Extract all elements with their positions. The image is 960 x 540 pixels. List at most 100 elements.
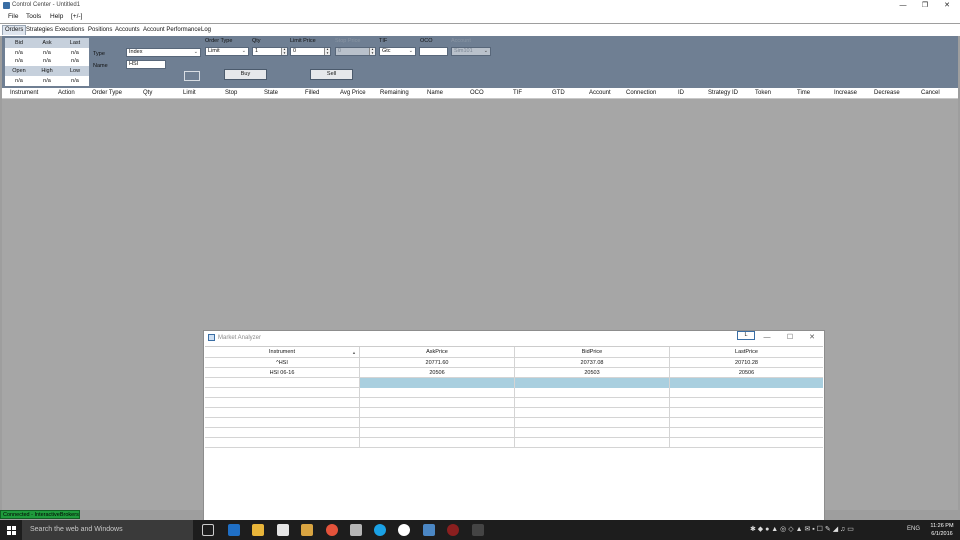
col-cancel[interactable]: Cancel [921,90,940,96]
ma-row-empty[interactable] [205,398,823,408]
col-account[interactable]: Account [589,90,611,96]
buy-button[interactable]: Buy [224,69,267,80]
menu-help[interactable]: Help [50,13,63,20]
col-strategy-id[interactable]: Strategy ID [708,90,738,96]
ma-col-instrument-label: Instrument [269,349,295,355]
col-action[interactable]: Action [58,90,75,96]
spin-arrows-icon[interactable]: ▲ ▼ [324,47,330,55]
col-token[interactable]: Token [755,90,771,96]
order-type-select[interactable]: Limit ⌄ [205,47,249,56]
ma-col-lastprice[interactable]: LastPrice [670,347,823,358]
oco-label: OCO [420,38,433,44]
ma-row[interactable]: HSI 06-16 20506 20503 20506 [205,368,823,378]
edge-icon[interactable] [228,524,240,536]
open-value: n/a [5,76,33,86]
menu-bar: File Tools Help [+/-] [0,11,960,23]
col-state[interactable]: State [264,90,278,96]
high-value: n/a [33,76,61,86]
app-icon[interactable] [447,524,459,536]
col-gtd[interactable]: GTD [552,90,565,96]
close-button[interactable]: ✕ [802,333,822,343]
chrome-icon[interactable] [326,524,338,536]
app-icon[interactable] [398,524,410,536]
close-button[interactable]: ✕ [936,0,958,11]
tab-executions[interactable]: Executions [53,26,86,36]
task-view-icon[interactable] [202,524,214,536]
ma-row-empty[interactable] [205,408,823,418]
skype-icon[interactable] [374,524,386,536]
tab-account-performance[interactable]: Account Performance [141,26,203,36]
maximize-button[interactable]: ☐ [780,333,800,343]
ma-cell-instrument: ^HSI [205,358,360,368]
col-stop[interactable]: Stop [225,90,237,96]
col-remaining[interactable]: Remaining [380,90,409,96]
qty-stepper[interactable]: 1 ▲ ▼ [252,47,288,56]
col-filled[interactable]: Filled [305,90,319,96]
last-header: Last [61,38,89,48]
color-swatch-button[interactable] [184,71,200,81]
low-value: n/a [61,76,89,86]
col-oco[interactable]: OCO [470,90,484,96]
market-analyzer-window: Market Analyzer L — ☐ ✕ Instrument ▲ Ask… [203,330,825,522]
windows-start-button[interactable] [0,520,22,540]
ma-col-instrument[interactable]: Instrument ▲ [205,347,360,358]
ma-cell-askprice: 20771.60 [360,358,515,368]
col-limit[interactable]: Limit [183,90,196,96]
tab-orders[interactable]: Orders [2,25,27,35]
store-icon[interactable] [277,524,289,536]
spin-arrows-icon[interactable]: ▲ ▼ [281,47,287,55]
menu-file[interactable]: File [8,13,18,20]
ma-row[interactable]: ^HSI 20771.60 20737.08 20710.28 [205,358,823,368]
ma-row-selected[interactable] [205,378,823,388]
col-name[interactable]: Name [427,90,443,96]
order-type-label: Order Type [205,38,233,44]
tab-positions[interactable]: Positions [86,26,114,36]
bid-header: Bid [5,38,33,48]
minimize-button[interactable]: — [757,333,777,343]
ma-row-empty[interactable] [205,388,823,398]
ma-row-empty[interactable] [205,418,823,428]
minimize-button[interactable]: — [892,0,914,11]
ma-row-empty[interactable] [205,428,823,438]
sell-button[interactable]: Sell [310,69,353,80]
taskbar-search-box[interactable]: Search the web and Windows [22,520,193,540]
ma-cell-askprice: 20506 [360,368,515,378]
stop-price-label: Stop Price [335,38,361,44]
app-icon[interactable] [301,524,313,536]
tab-accounts[interactable]: Accounts [113,26,142,36]
col-qty[interactable]: Qty [143,90,152,96]
link-button[interactable]: L [737,331,755,340]
system-clock[interactable]: 11:26 PM 6/1/2016 [924,522,960,538]
col-id[interactable]: ID [678,90,684,96]
app-icon[interactable] [472,524,484,536]
menu-expand[interactable]: [+/-] [71,13,82,20]
instrument-type-select[interactable]: Index ⌄ [126,48,201,57]
tif-select[interactable]: Gtc ⌄ [379,47,416,56]
limit-price-stepper[interactable]: 0 ▲ ▼ [290,47,331,56]
col-tif[interactable]: TIF [513,90,522,96]
restore-button[interactable]: ❐ [914,0,936,11]
ninjatrader-icon[interactable] [423,524,435,536]
menu-tools[interactable]: Tools [26,13,41,20]
col-decrease[interactable]: Decrease [874,90,900,96]
col-increase[interactable]: Increase [834,90,857,96]
col-connection[interactable]: Connection [626,90,656,96]
col-instrument[interactable]: Instrument [10,90,38,96]
instrument-name-field[interactable]: HSI [126,60,166,69]
app-icon[interactable] [350,524,362,536]
high-header: High [33,66,61,76]
tray-icons[interactable]: ✱ ◆ ● ▲ ◎ ◇ ▲ ✉ ▪ ☐ ✎ ◢ ♫ ▭ [750,525,854,533]
ma-row-empty[interactable] [205,438,823,448]
tab-log[interactable]: Log [199,26,213,36]
col-avg-price[interactable]: Avg Price [340,90,366,96]
ask-size: n/a [33,56,61,66]
oco-field[interactable] [419,47,448,56]
tab-strategies[interactable]: Strategies [24,26,55,36]
col-time[interactable]: Time [797,90,810,96]
ma-col-bidprice[interactable]: BidPrice [515,347,670,358]
market-analyzer-title-bar[interactable]: Market Analyzer L — ☐ ✕ [204,331,824,345]
file-explorer-icon[interactable] [252,524,264,536]
ma-col-askprice[interactable]: AskPrice [360,347,515,358]
language-indicator[interactable]: ENG [907,526,920,532]
col-order-type[interactable]: Order Type [92,90,122,96]
